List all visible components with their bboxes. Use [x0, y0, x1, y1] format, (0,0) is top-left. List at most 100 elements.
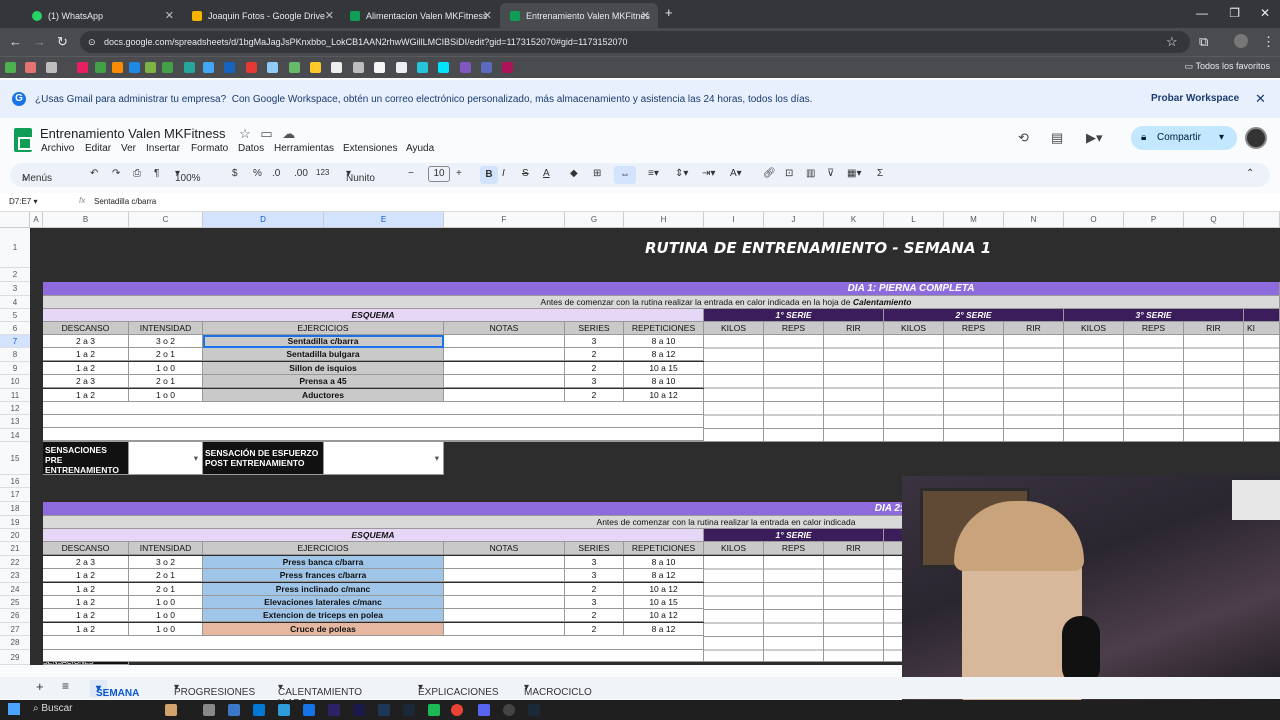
bookmark-icon[interactable] — [112, 62, 123, 73]
row-header[interactable]: 11 — [0, 389, 30, 402]
bookmark-icon[interactable] — [246, 62, 257, 73]
tab-drive[interactable]: Joaquin Fotos - Google Drive ✕ — [182, 3, 342, 28]
cell-reps[interactable]: 8 a 12 — [624, 348, 704, 361]
cell-series[interactable]: 2 — [565, 583, 624, 596]
cell-series[interactable]: 3 — [565, 375, 624, 388]
cell-series[interactable]: 2 — [565, 623, 624, 636]
row-header[interactable]: 18 — [0, 502, 30, 516]
sheet-tab-progresiones[interactable]: PROGRESIONES ▾ — [174, 682, 255, 698]
row-header[interactable]: 16 — [0, 475, 30, 488]
row-header[interactable]: 19 — [0, 516, 30, 529]
cell-notas[interactable] — [444, 556, 565, 569]
app-icon[interactable] — [165, 704, 177, 716]
close-icon[interactable]: ✕ — [483, 9, 492, 22]
empty-rows[interactable] — [43, 402, 704, 442]
row-header[interactable]: 17 — [0, 488, 30, 502]
merge-cells-icon[interactable]: ⇔ — [614, 166, 636, 184]
chevron-down-icon[interactable]: ▾ — [435, 452, 439, 465]
row-header[interactable]: 15 — [0, 442, 30, 475]
more-formats[interactable]: 123 — [316, 168, 329, 177]
cell-ejercicio-selected[interactable]: Sentadilla c/barra — [203, 335, 444, 348]
chart-icon[interactable]: ▥ — [806, 168, 815, 179]
tab-alimentacion[interactable]: Alimentacion Valen MKFitness ✕ — [340, 3, 500, 28]
steam-icon[interactable] — [528, 704, 540, 716]
column-header[interactable]: J — [764, 212, 824, 228]
cell-intensidad[interactable]: 2 o 1 — [129, 348, 203, 361]
bookmark-icon[interactable] — [310, 62, 321, 73]
cell-ejercicio[interactable]: Press banca c/barra — [203, 556, 444, 569]
steam-icon[interactable] — [403, 704, 415, 716]
row-header[interactable]: 4 — [0, 296, 30, 309]
try-workspace-button[interactable]: Probar Workspace — [1151, 93, 1239, 104]
vertical-align-icon[interactable]: ⇕▾ — [675, 168, 688, 179]
column-header[interactable]: F — [444, 212, 565, 228]
cell-notas[interactable] — [444, 596, 565, 609]
app-icon[interactable] — [253, 704, 265, 716]
column-header[interactable]: E — [324, 212, 444, 228]
link-icon[interactable]: 🔗︎ — [763, 168, 776, 179]
cell-intensidad[interactable]: 1 o 0 — [129, 609, 203, 622]
undo-icon[interactable]: ↶ — [90, 168, 98, 179]
column-header[interactable]: H — [624, 212, 704, 228]
column-header[interactable]: P — [1124, 212, 1184, 228]
menu-archivo[interactable]: Archivo — [41, 143, 74, 154]
sheets-logo-icon[interactable] — [14, 128, 32, 152]
bookmark-icon[interactable] — [95, 62, 106, 73]
row-header[interactable]: 1 — [0, 228, 30, 268]
bookmark-icon[interactable] — [331, 62, 342, 73]
move-folder-icon[interactable]: ▭ — [260, 126, 272, 141]
cell-descanso[interactable]: 1 a 2 — [43, 362, 129, 375]
wrap-icon[interactable]: ⇥▾ — [702, 168, 715, 179]
new-tab-icon[interactable]: + — [665, 5, 673, 20]
windows-start-icon[interactable] — [8, 703, 20, 715]
close-window-icon[interactable]: ✕ — [1260, 6, 1270, 20]
row-header[interactable]: 25 — [0, 596, 30, 609]
sheet-tab-calentamiento[interactable]: CALENTAMIENTO Y ABS ▾ — [278, 682, 362, 709]
bookmark-icon[interactable] — [184, 62, 195, 73]
bookmark-icon[interactable] — [46, 62, 57, 73]
cell-ejercicio[interactable]: Elevaciones laterales c/manc — [203, 596, 444, 609]
align-icon[interactable]: ≡▾ — [648, 168, 659, 179]
all-bookmarks-folder[interactable]: ▭ Todos los favoritos — [1185, 61, 1270, 72]
font-size-increase[interactable]: + — [456, 168, 462, 179]
row-header[interactable]: 26 — [0, 609, 30, 623]
cell-descanso[interactable]: 1 a 2 — [43, 569, 129, 582]
bold-button[interactable]: B — [480, 166, 498, 184]
row-header[interactable]: 22 — [0, 556, 30, 569]
cell-notas[interactable] — [444, 623, 565, 636]
back-icon[interactable]: ← — [9, 34, 22, 49]
formula-input[interactable]: Sentadilla c/barra — [94, 197, 156, 206]
add-sheet-icon[interactable]: + — [36, 679, 44, 694]
menu-formato[interactable]: Formato — [191, 143, 228, 154]
cell-ejercicio[interactable]: Extencion de triceps en polea — [203, 609, 444, 622]
cell-ejercicio[interactable]: Press frances c/barra — [203, 569, 444, 582]
row-header[interactable]: 5 — [0, 309, 30, 322]
obs-icon[interactable] — [503, 704, 515, 716]
cell-notas[interactable] — [444, 569, 565, 582]
sheet-tab-explicaciones[interactable]: EXPLICACIONES ▾ — [418, 682, 499, 698]
cell-descanso[interactable]: 2 a 3 — [43, 556, 129, 569]
cell-ejercicio[interactable]: Sillon de isquios — [203, 362, 444, 375]
cell-descanso[interactable]: 1 a 2 — [43, 389, 129, 402]
app-icon[interactable] — [228, 704, 240, 716]
row-header[interactable]: 24 — [0, 583, 30, 596]
row-header[interactable]: 2 — [0, 268, 30, 282]
column-header[interactable]: K — [824, 212, 884, 228]
cell-series[interactable]: 2 — [565, 609, 624, 622]
cell-intensidad[interactable]: 1 o 0 — [129, 362, 203, 375]
sheet-tab-semana-1[interactable]: SEMANA 1 ▾ — [90, 680, 139, 716]
dropdown-sensacion-post[interactable]: ▾ — [324, 442, 444, 475]
cell-series[interactable]: 3 — [565, 596, 624, 609]
column-header[interactable]: G — [565, 212, 624, 228]
filter-views-icon[interactable]: ▦▾ — [847, 168, 861, 179]
menu-extensiones[interactable]: Extensiones — [343, 143, 397, 154]
decrease-decimal[interactable]: .0 — [272, 168, 280, 179]
bookmark-icon[interactable] — [77, 62, 88, 73]
cell-notas[interactable] — [444, 583, 565, 596]
taskbar-search[interactable]: ⌕ Buscar — [33, 703, 73, 714]
app-icon[interactable] — [203, 704, 215, 716]
strikethrough-button[interactable]: S — [522, 168, 529, 179]
menu-editar[interactable]: Editar — [85, 143, 111, 154]
menu-ver[interactable]: Ver — [121, 143, 136, 154]
more-menu-icon[interactable]: ⋮ — [1262, 34, 1275, 50]
